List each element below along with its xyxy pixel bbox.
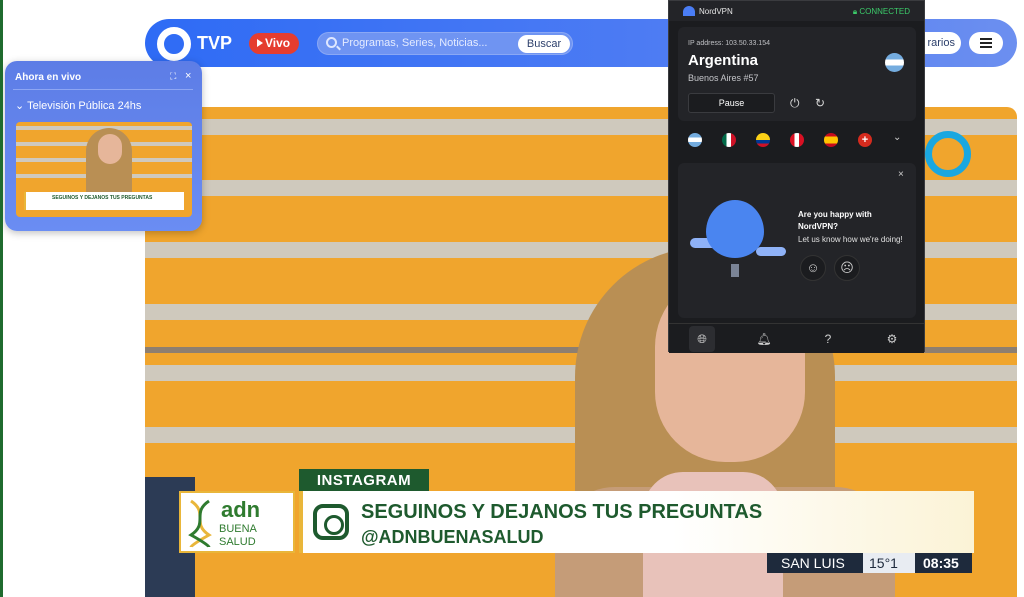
channel-ring-logo-icon (925, 131, 971, 177)
weather-ticker: SAN LUIS 15°1 08:35 (767, 553, 972, 573)
adn-logo-buena: BUENA (219, 523, 257, 535)
connected-server: Buenos Aires #57 (688, 73, 759, 83)
switzerland-flag-icon[interactable]: + (858, 133, 872, 147)
feedback-subtitle: Let us know how we're doing! (798, 235, 903, 244)
hamburger-line (980, 38, 992, 40)
hamburger-line (980, 46, 992, 48)
instagram-tag: INSTAGRAM (299, 469, 429, 492)
vpn-status: 🔒︎ CONNECTED (853, 7, 910, 17)
vivo-button[interactable]: Vivo (249, 33, 299, 54)
expand-icon[interactable]: ⛶ (170, 71, 176, 82)
chevron-down-icon: ⌄ (15, 100, 28, 112)
quick-connect-flags: + ⌄ (678, 127, 916, 155)
brand-name[interactable]: TVP (197, 33, 232, 54)
bell-icon[interactable]: 🔔︎ (755, 330, 773, 348)
feedback-question: Are you happy with NordVPN? (798, 210, 872, 231)
hot-air-balloon-icon (706, 200, 764, 258)
vpn-status-text: CONNECTED (859, 7, 910, 16)
argentina-flag-icon (885, 53, 904, 72)
live-thumbnail[interactable]: SEGUINOS Y DEJANOS TUS PREGUNTAS (16, 122, 192, 217)
balloon-basket-icon (731, 264, 739, 277)
hamburger-line (980, 42, 992, 44)
thumb-banner: SEGUINOS Y DEJANOS TUS PREGUNTAS (24, 192, 184, 210)
ticker-time: 08:35 (923, 555, 959, 571)
argentina-flag-icon[interactable] (688, 133, 702, 147)
lower-third-handle: @ADNBUENASALUD (361, 527, 544, 547)
tvp-logo-icon[interactable] (157, 27, 191, 61)
feedback-panel: × Are you happy with NordVPN? Let us kno… (678, 163, 916, 318)
gear-icon[interactable]: ⚙ (883, 330, 901, 348)
lower-third-banner: SEGUINOS Y DEJANOS TUS PREGUNTAS @ADNBUE… (299, 491, 974, 553)
live-popup-title: Ahora en vivo (15, 72, 82, 83)
vpn-app-name: NordVPN (699, 7, 733, 16)
thumb-face (98, 134, 122, 164)
sad-face-icon[interactable]: ☹ (834, 255, 860, 281)
close-icon[interactable]: × (185, 70, 191, 82)
search-input[interactable]: Programas, Series, Noticias... (342, 37, 488, 49)
thumb-banner-text: SEGUINOS Y DEJANOS TUS PREGUNTAS (52, 195, 153, 201)
search-icon (326, 37, 337, 48)
happy-face-icon[interactable]: ☺ (800, 255, 826, 281)
globe-icon[interactable]: 🌐︎ (693, 330, 711, 348)
search-button[interactable]: Buscar (518, 35, 570, 53)
adn-buena-salud-logo: adn BUENA SALUD (179, 491, 295, 553)
nordvpn-window: NordVPN 🔒︎ CONNECTED IP address: 103.50.… (668, 0, 925, 353)
vpn-bottom-nav: 🌐︎ 🔔︎ ? ⚙ (669, 323, 924, 353)
screen: TVP Vivo Programas, Series, Noticias... … (0, 0, 1024, 597)
nordvpn-logo-icon (683, 6, 695, 16)
mexico-flag-icon[interactable] (722, 133, 736, 147)
spain-flag-icon[interactable] (824, 133, 838, 147)
divider (13, 89, 193, 90)
live-channel-name: Televisión Pública 24hs (27, 100, 142, 112)
vpn-header: NordVPN 🔒︎ CONNECTED (669, 1, 924, 21)
ip-address: IP address: 103.50.33.154 (688, 40, 770, 47)
live-channel-selector[interactable]: ⌄ Televisión Pública 24hs (15, 99, 141, 112)
connected-country: Argentina (688, 52, 759, 69)
dna-icon (188, 499, 212, 548)
ticker-city: SAN LUIS (781, 555, 845, 571)
refresh-icon[interactable]: ↻ (815, 96, 825, 110)
chevron-down-icon[interactable]: ⌄ (893, 132, 901, 143)
colombia-flag-icon[interactable] (756, 133, 770, 147)
peru-flag-icon[interactable] (790, 133, 804, 147)
cloud-icon (756, 247, 786, 256)
adn-logo-text: adn (221, 497, 261, 522)
search-box[interactable]: Programas, Series, Noticias... Buscar (317, 32, 573, 55)
adn-logo-salud: SALUD (219, 536, 256, 548)
menu-button[interactable] (969, 32, 1003, 54)
close-icon[interactable]: × (898, 169, 904, 180)
pause-button[interactable]: Pause (688, 93, 775, 113)
instagram-icon (313, 504, 349, 540)
lower-third-title: SEGUINOS Y DEJANOS TUS PREGUNTAS (361, 501, 763, 523)
help-icon[interactable]: ? (819, 330, 837, 348)
live-now-popup: Ahora en vivo ⛶ × ⌄ Televisión Pública 2… (5, 61, 202, 231)
power-icon[interactable]: ⏻ (790, 96, 800, 111)
ticker-temperature: 15°1 (863, 553, 915, 573)
connection-card: IP address: 103.50.33.154 Argentina Buen… (678, 27, 916, 121)
